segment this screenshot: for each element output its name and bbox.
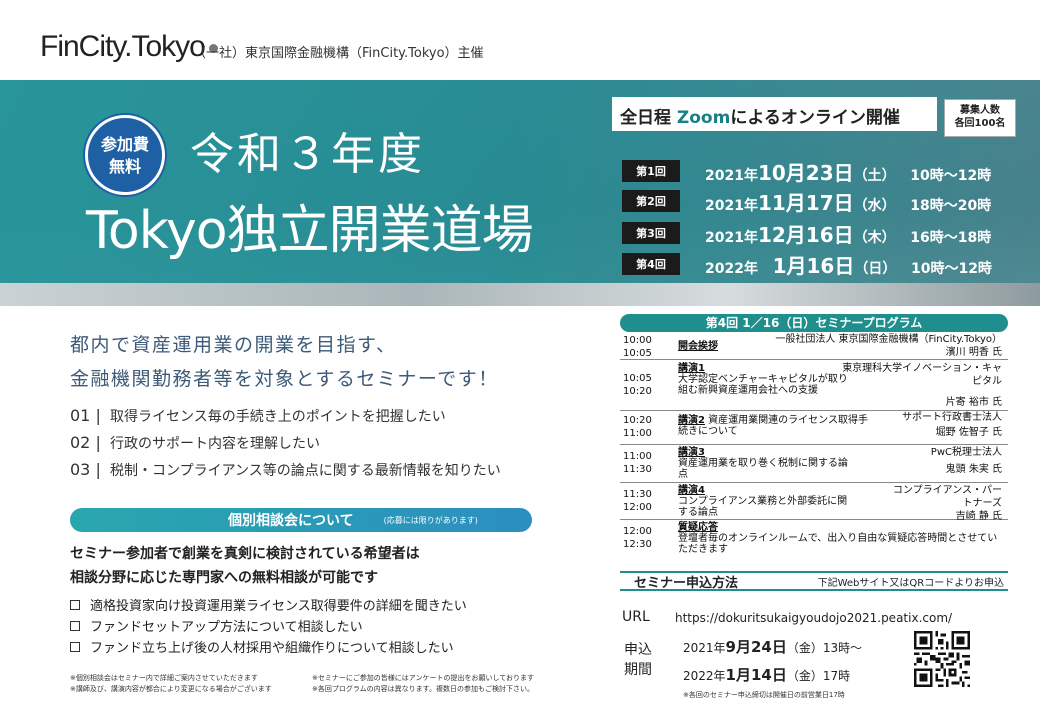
program-row: 10:20 11:00 講演2 資産運用業関連のライセンス取得手続きについて サポ… [620,411,1008,445]
period-end: 2022年1月14日（金）17時 [683,666,851,684]
fincity-logo: FinCity.Tokyo [40,30,218,64]
program-row: 10:05 10:20 講演1 大学認定ベンチャーキャピタルが取り組む新興資産運用会… [620,360,1008,411]
organizer-text: （一社）東京国際金融機構（FinCity.Tokyo）主催 [193,46,484,61]
program-row: 10:00 10:05 開会挨拶 一般社団法人 東京国際金融機構（FinCity.… [620,333,1008,360]
consult-item: 適格投資家向け投資運用業ライセンス取得要件の詳細を聞きたい [70,594,467,615]
registration-link[interactable]: https://dokuritsukaigyoudojo2021.peatix.… [675,611,952,625]
checkbox-icon [70,620,80,631]
period-start: 2021年9月24日（金）13時～ [683,638,863,656]
session-tag: 第3回 [622,222,680,244]
session-row: 第4回 2022年 1月16日（日） 10時～12時 [622,253,992,278]
period-label: 申込期間 [624,642,652,678]
event-title-year: 令和３年度 [190,129,425,180]
footnotes: ※個別相談会はセミナー内で詳細ご案内させていただきます ※セミナーにご参加の皆様… [70,674,535,693]
consultation-header: 個別相談会について (応募には限りがあります) [70,508,532,532]
session-tag: 第2回 [622,190,680,212]
program-title: 第4回 1／16（日）セミナープログラム [620,314,1008,332]
session-tag: 第1回 [622,160,680,182]
program-table: 10:00 10:05 開会挨拶 一般社団法人 東京国際金融機構（FinCity.… [620,333,1008,558]
consult-item: ファンドセットアップ方法について相談したい [70,615,467,636]
deadline-note: ※各回のセミナー申込締切は開催日の前営業日17時 [683,691,845,699]
program-row: 12:00 12:30 質疑応答 登壇者毎のオンラインルームで、出入り自由な質疑応答… [623,522,998,555]
url-label: URL [622,609,650,625]
lead-text: 都内で資産運用業の開業を目指す、 金融機関勤務者等を対象とするセミナーです！ [70,334,499,390]
checkbox-icon [70,599,80,610]
online-notice: 全日程 Zoomによるオンライン開催 [612,97,937,131]
event-title: Tokyo独立開業道場 [86,201,534,261]
session-row: 第1回 2021年10月23日（土） 10時～12時 [622,160,991,185]
consultation-list: 適格投資家向け投資運用業ライセンス取得要件の詳細を聞きたい ファンドセットアップ… [70,594,467,657]
capacity-box: 募集人数 各回100名 [944,99,1016,137]
apply-header: セミナー申込方法 下記Webサイト又はQRコードよりお申込 [620,571,1008,591]
checkbox-icon [70,641,80,652]
program-row: 11:30 12:00 講演4 コンプライアンス業務と外部委託に関する論点 コンプラ… [620,483,1008,522]
qr-code-icon[interactable] [914,631,970,687]
point-item: 03 | 税制・コンプライアンス等の論点に関する最新情報を知りたい [70,460,501,479]
program-row: 11:00 11:30 講演3 資産運用業を取り巻く税制に関する論点 PwC税理士法… [620,445,1008,483]
point-item: 01 | 取得ライセンス毎の手続き上のポイントを把握したい [70,406,446,425]
consult-item: ファンド立ち上げ後の人材採用や組織作りについて相談したい [70,636,467,657]
point-item: 02 | 行政のサポート内容を理解したい [70,433,320,452]
header: FinCity.Tokyo （一社）東京国際金融機構（FinCity.Tokyo… [0,0,1040,80]
session-row: 第2回 2021年11月17日（水） 18時～20時 [622,190,991,215]
session-tag: 第4回 [622,253,680,275]
consultation-text: セミナー参加者で創業を真剣に検討されている希望者は 相談分野に応じた専門家への無… [70,546,420,586]
hero-banner: 参加費 無料 令和３年度 Tokyo独立開業道場 全日程 Zoomによるオンライ… [0,80,1040,306]
session-row: 第3回 2021年12月16日（木） 16時～18時 [622,222,991,247]
target-points: 01 | 取得ライセンス毎の手続き上のポイントを把握したい 02 | 行政のサポート… [70,402,501,483]
free-badge: 参加費 無料 [85,115,165,195]
